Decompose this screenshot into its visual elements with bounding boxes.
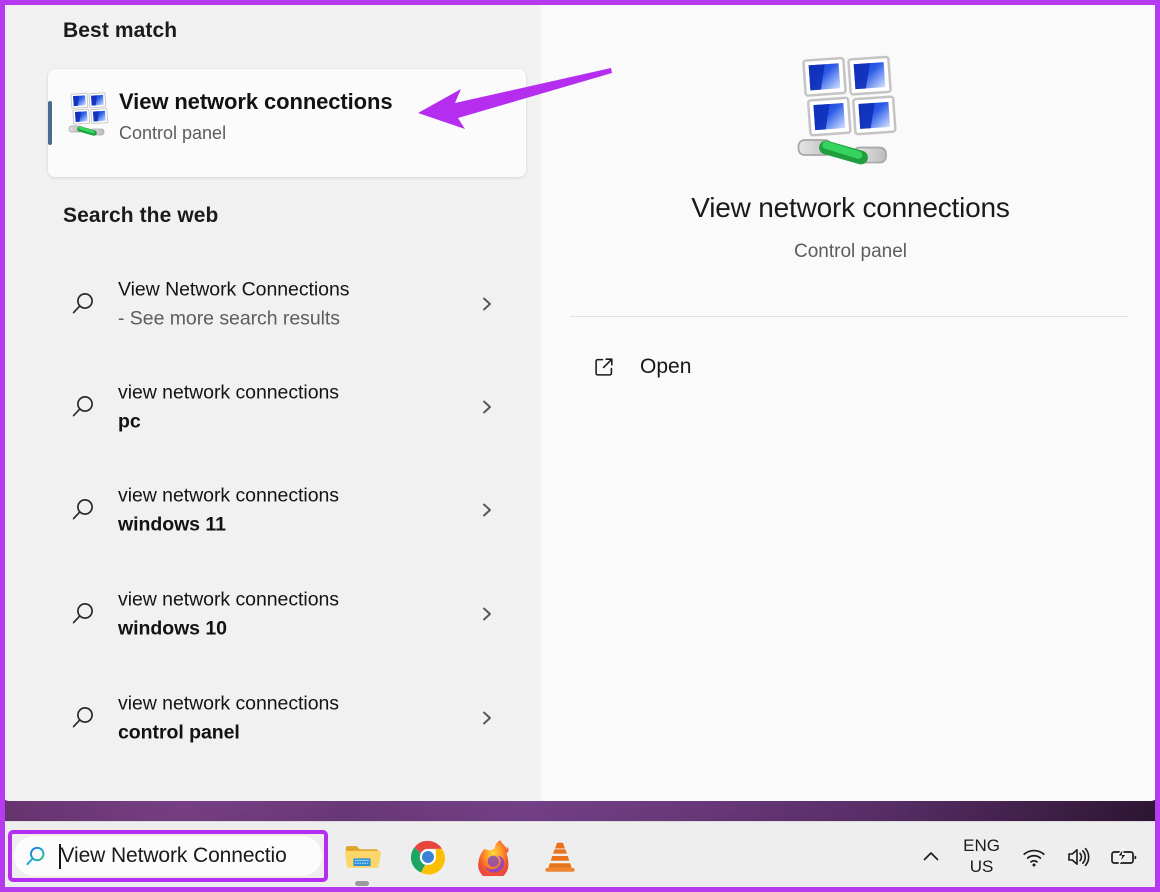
chevron-right-icon[interactable] [478,501,496,519]
search-input[interactable]: View Network Connectio [14,836,322,876]
search-icon [70,291,96,317]
search-icon [70,497,96,523]
search-icon-colored [24,845,47,868]
best-match-header: Best match [63,19,178,42]
list-item[interactable]: view network connections control panel [48,680,526,756]
taskbar-app-vlc[interactable] [538,835,582,879]
best-match-title: View network connections [119,89,393,114]
search-the-web-header: Search the web [63,204,219,227]
results-column: Best match View network connections Cont… [0,0,541,801]
list-item-line2: windows 10 [118,617,227,639]
taskbar-app-buttons [340,822,582,892]
list-item-line1: view network connections [118,381,339,404]
language-line1: ENG [963,836,1000,856]
tray-overflow-button[interactable] [911,833,951,881]
language-indicator[interactable]: ENG US [951,833,1012,881]
list-item-line1: view network connections [118,588,339,611]
list-item-line1: view network connections [118,692,339,715]
chevron-right-icon[interactable] [478,709,496,727]
search-input-value: View Network Connectio [60,844,287,867]
list-item-line2: pc [118,410,141,432]
best-match-result[interactable]: View network connections Control panel [48,69,526,177]
list-item-labels: view network connections windows 10 [118,585,478,642]
chevron-right-icon[interactable] [478,398,496,416]
wifi-icon [1021,844,1047,870]
language-line2: US [969,857,994,876]
list-item-labels: view network connections windows 11 [118,481,478,538]
preview-title: View network connections [691,192,1010,223]
list-item-labels: view network connections control panel [118,689,478,746]
taskbar-search-box[interactable]: View Network Connectio [8,830,328,882]
taskbar-app-file-explorer[interactable] [340,835,384,886]
list-item-line2: windows 11 [118,513,226,535]
taskbar: View Network Connectio ENG US [0,821,1160,892]
external-link-icon [592,355,616,379]
list-item-line2: control panel [118,721,240,743]
app-running-indicator [355,881,369,886]
list-item-labels: view network connections pc [118,378,478,435]
chevron-right-icon[interactable] [478,295,496,313]
screen-root: Best match View network connections Cont… [0,0,1160,892]
network-connections-icon [791,50,911,170]
tray-battery-button[interactable] [1100,833,1148,881]
best-match-subtitle: Control panel [119,123,227,143]
tray-volume-button[interactable] [1056,833,1100,881]
search-icon [70,601,96,627]
battery-charging-icon [1109,844,1139,870]
list-item[interactable]: view network connections windows 10 [48,576,526,652]
preview-subtitle: Control panel [793,241,908,262]
list-item-line2: - See more search results [118,307,341,329]
tray-network-button[interactable] [1012,833,1056,881]
list-item-labels: View Network Connections - See more sear… [118,275,478,332]
taskbar-app-firefox[interactable] [472,835,516,879]
list-item-line1: View Network Connections [118,278,350,301]
chevron-right-icon[interactable] [478,605,496,623]
speaker-icon [1065,844,1091,870]
search-flyout-panel: Best match View network connections Cont… [0,0,1160,801]
preview-pane: View network connections Control panel O… [541,0,1160,801]
taskbar-app-google-chrome[interactable] [406,835,450,879]
open-button[interactable]: Open [570,345,990,389]
system-tray: ENG US [911,822,1148,892]
preview-divider [570,316,1129,317]
open-label: Open [640,355,692,378]
list-item-line1: view network connections [118,484,339,507]
network-connections-icon [66,90,114,138]
search-icon [70,705,96,731]
list-item[interactable]: view network connections pc [48,369,526,445]
list-item[interactable]: View Network Connections - See more sear… [48,266,526,342]
selection-indicator [48,101,52,145]
search-icon [70,394,96,420]
list-item[interactable]: view network connections windows 11 [48,472,526,548]
chevron-up-icon [920,846,942,868]
